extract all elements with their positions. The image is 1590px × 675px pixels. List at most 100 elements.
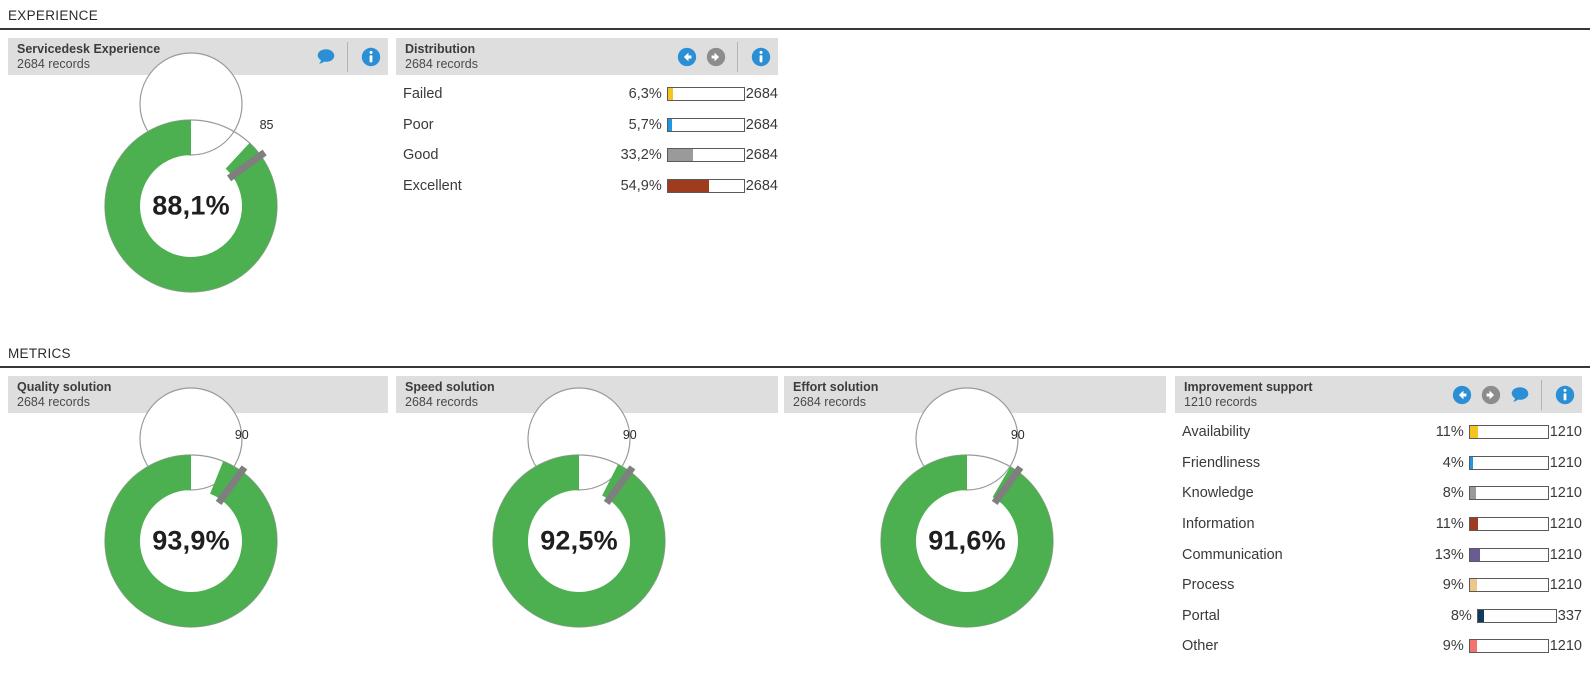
panel-header-improvement-support: Improvement support 1210 records: [1175, 376, 1582, 413]
bar-row[interactable]: Portal 8% 337: [1175, 601, 1582, 632]
bar-row-label: Friendliness: [1182, 454, 1261, 471]
distribution-bar-list: Failed 6,3% 2684 Poor 5,7% 2684 Good 33,2% 2684 E…: [396, 75, 778, 201]
gauge-speed-solution: 92,5% 90: [492, 387, 666, 628]
gauge-quality-solution: 93,9% 90: [104, 387, 278, 628]
bar-track: [1468, 425, 1549, 440]
bar-row[interactable]: Excellent 54,9% 2684: [396, 171, 778, 202]
bar-row-label: Information: [1182, 516, 1255, 533]
bar-row[interactable]: Information 11% 1210: [1175, 509, 1582, 540]
bar-row-count: 1210: [1549, 577, 1582, 594]
panel-title-group: Distribution 2684 records: [405, 42, 478, 72]
bar-fill: [1469, 518, 1479, 531]
panel-title-group: Quality solution 2684 records: [17, 380, 111, 410]
bar-row-percent: 13%: [1434, 546, 1464, 563]
bar-row[interactable]: Poor 5,7% 2684: [396, 110, 778, 141]
panel-subtitle: 1210 records: [1184, 394, 1257, 409]
bar-row-percent: 11%: [1435, 424, 1464, 441]
gauge-donut: 88,1% 85: [104, 52, 278, 293]
bar-row[interactable]: Failed 6,3% 2684: [396, 79, 778, 110]
bar-track: [1468, 639, 1549, 654]
bar-fill: [667, 149, 693, 162]
bar-row-label: Poor: [403, 116, 434, 133]
bar-row-label: Availability: [1182, 424, 1251, 441]
bar-track: [666, 87, 745, 102]
bar-row-count: 1210: [1549, 546, 1582, 563]
bar-row-count: 1210: [1549, 638, 1582, 655]
bar-track: [1468, 455, 1549, 470]
bar-fill: [1469, 426, 1479, 439]
section-divider-metrics: [0, 366, 1590, 368]
bar-row-percent: 8%: [1450, 607, 1472, 624]
bar-row-count: 2684: [745, 178, 778, 195]
bar-fill: [1469, 548, 1480, 561]
panel-header-distribution: Distribution 2684 records: [396, 38, 778, 75]
bar-row[interactable]: Availability 11% 1210: [1175, 417, 1582, 448]
bar-row[interactable]: Communication 13% 1210: [1175, 539, 1582, 570]
bar-fill: [667, 180, 710, 193]
panel-icon-group: [1451, 376, 1576, 413]
bar-fill: [1469, 579, 1477, 592]
panel-icon-group: [676, 38, 772, 75]
comment-icon[interactable]: [1509, 384, 1531, 406]
panel-title-group: Improvement support 1210 records: [1184, 380, 1313, 410]
icon-separator: [1541, 379, 1542, 410]
gauge-donut: 92,5% 90: [492, 387, 666, 628]
bar-track: [666, 117, 745, 132]
bar-track: [1468, 547, 1549, 562]
arrow-right-icon[interactable]: [1480, 384, 1502, 406]
bar-track: [1468, 517, 1549, 532]
bar-row-percent: 5,7%: [628, 116, 662, 133]
bar-track: [1468, 578, 1549, 593]
bar-row[interactable]: Other 9% 1210: [1175, 631, 1582, 662]
bar-row-count: 337: [1557, 607, 1582, 624]
icon-separator: [347, 41, 348, 72]
bar-row[interactable]: Process 9% 1210: [1175, 570, 1582, 601]
gauge-target-label: 85: [259, 118, 274, 133]
bar-row[interactable]: Friendliness 4% 1210: [1175, 448, 1582, 479]
bar-fill: [1469, 456, 1473, 469]
bar-row-count: 1210: [1549, 454, 1582, 471]
bar-row-percent: 8%: [1442, 485, 1464, 502]
arrow-right-icon[interactable]: [705, 46, 727, 68]
panel-title-group: Speed solution 2684 records: [405, 380, 495, 410]
bar-row-percent: 6,3%: [628, 86, 662, 103]
info-icon[interactable]: [1554, 384, 1576, 406]
panel-subtitle: 2684 records: [405, 56, 478, 71]
bar-row[interactable]: Knowledge 8% 1210: [1175, 478, 1582, 509]
arrow-left-icon[interactable]: [1451, 384, 1473, 406]
panel-title-group: Servicedesk Experience 2684 records: [17, 42, 160, 72]
info-icon[interactable]: [750, 46, 772, 68]
bar-track: [666, 179, 745, 194]
panel-title: Servicedesk Experience: [17, 41, 161, 56]
comment-icon[interactable]: [315, 46, 337, 68]
panel-subtitle: 2684 records: [405, 394, 478, 409]
bar-fill: [667, 118, 673, 131]
icon-separator: [737, 41, 738, 72]
bar-track: [666, 148, 745, 163]
panel-subtitle: 2684 records: [17, 394, 90, 409]
bar-row-percent: 9%: [1442, 638, 1464, 655]
bar-row-percent: 4%: [1442, 454, 1464, 471]
bar-fill: [1477, 609, 1485, 622]
panel-subtitle: 2684 records: [793, 394, 866, 409]
panel-title: Speed solution: [405, 379, 495, 394]
gauge-target-label: 90: [622, 428, 637, 443]
bar-row-label: Excellent: [403, 178, 462, 195]
dashboard-page: EXPERIENCE Servicedesk Experience 2684 r…: [0, 0, 1590, 675]
bar-row-count: 1210: [1549, 485, 1582, 502]
bar-fill: [667, 88, 673, 101]
panel-title-group: Effort solution 2684 records: [793, 380, 878, 410]
bar-row-percent: 54,9%: [620, 178, 662, 195]
bar-row-percent: 33,2%: [620, 147, 662, 164]
bar-row-label: Failed: [403, 86, 443, 103]
bar-fill: [1469, 640, 1477, 653]
gauge-effort-solution: 91,6% 90: [880, 387, 1054, 628]
arrow-left-icon[interactable]: [676, 46, 698, 68]
bar-fill: [1469, 487, 1476, 500]
bar-row[interactable]: Good 33,2% 2684: [396, 140, 778, 171]
panel-subtitle: 2684 records: [17, 56, 90, 71]
bar-row-count: 2684: [745, 116, 778, 133]
bar-row-label: Knowledge: [1182, 485, 1254, 502]
bar-row-label: Communication: [1182, 546, 1283, 563]
info-icon[interactable]: [360, 46, 382, 68]
